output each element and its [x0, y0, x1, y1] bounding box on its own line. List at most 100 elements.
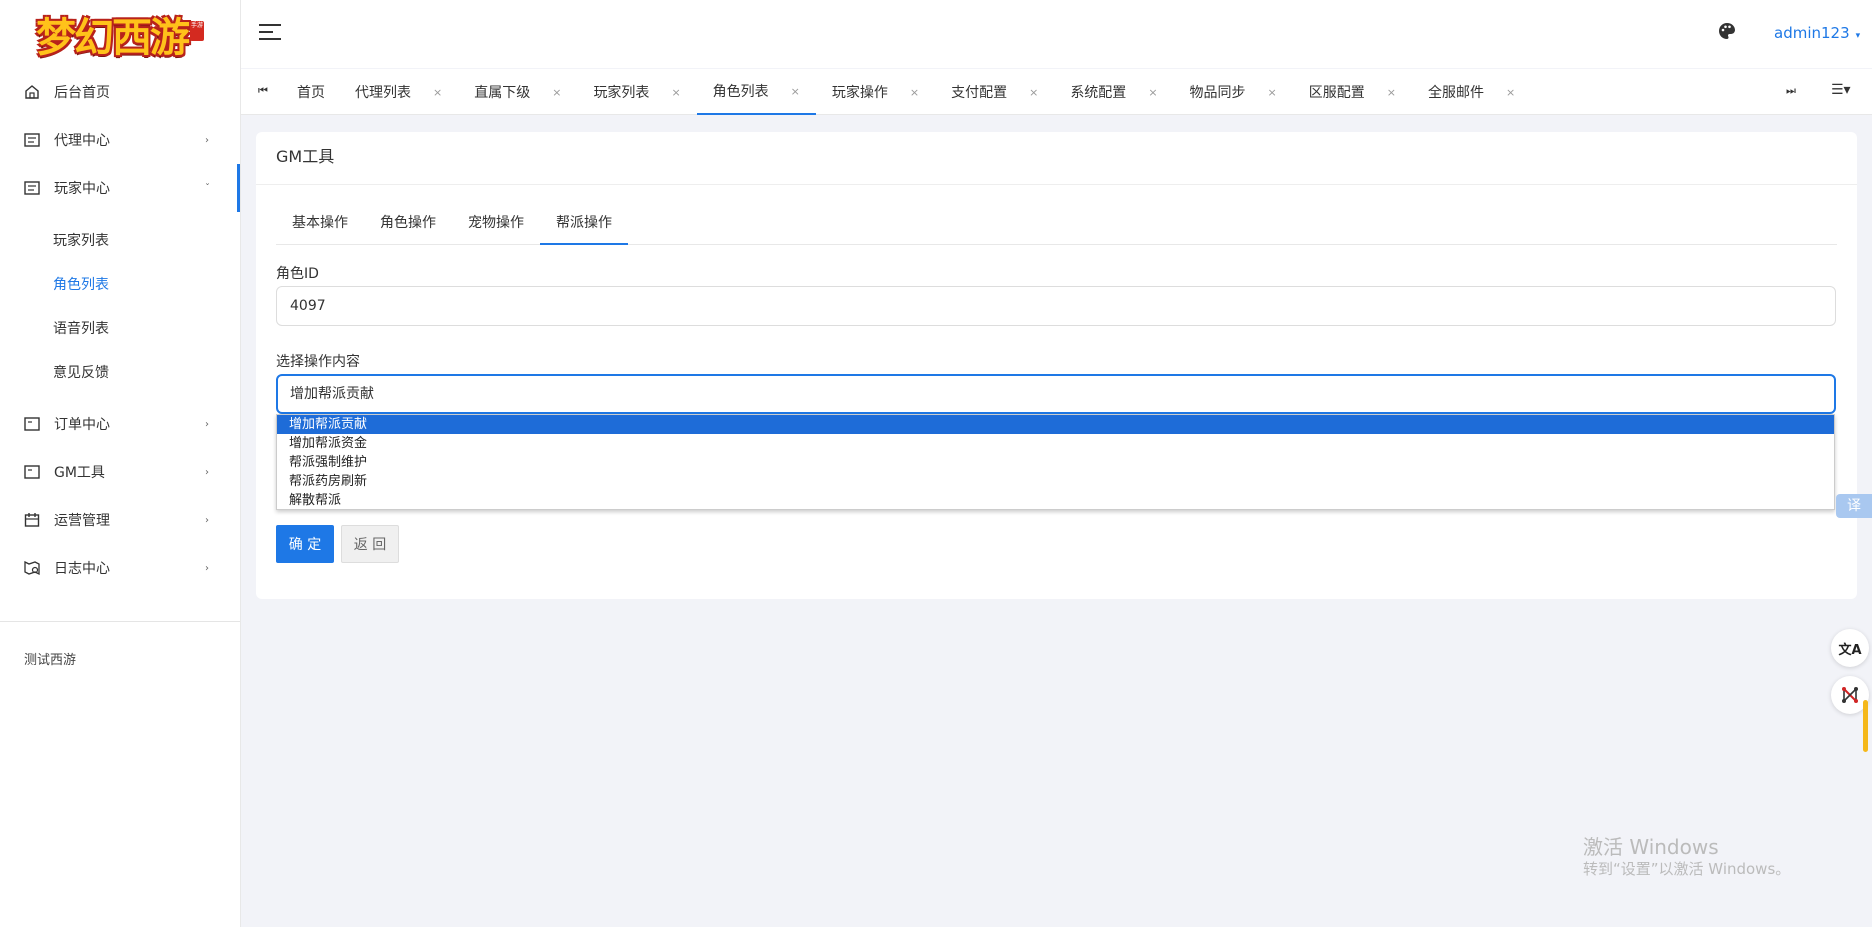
calendar-icon [22, 510, 42, 530]
tab-label: 全服邮件 [1427, 85, 1484, 101]
operation-dropdown: 增加帮派贡献 增加帮派资金 帮派强制维护 帮派药房刷新 解散帮派 [276, 414, 1835, 510]
tab-role-list[interactable]: 角色列表 × [696, 69, 816, 115]
sidebar-item-gm-tools[interactable]: GM工具 › [0, 448, 240, 496]
subtab-role[interactable]: 角色操作 [364, 205, 452, 245]
sidebar-item-label: 日志中心 [54, 561, 110, 577]
tab-label: 物品同步 [1189, 85, 1246, 101]
home-icon [22, 82, 42, 102]
menu-toggle-icon[interactable] [259, 24, 281, 42]
scroll-last-icon[interactable]: ⏭ [1786, 84, 1796, 98]
sidebar-item-operations[interactable]: 运营管理 › [0, 496, 240, 544]
sidebar-item-player-list[interactable]: 玩家列表 [0, 218, 240, 262]
tab-system-config[interactable]: 系统配置 × [1054, 69, 1173, 115]
tab-player-list[interactable]: 玩家列表 × [577, 69, 696, 115]
windows-activation-title: 激活 Windows [1583, 835, 1719, 859]
tab-payment-config[interactable]: 支付配置 × [935, 69, 1054, 115]
logo-seal: 手游 [190, 21, 204, 41]
chevron-right-icon: › [205, 514, 209, 526]
dropdown-option[interactable]: 帮派药房刷新 [277, 472, 1834, 491]
sidebar-item-log-center[interactable]: 日志中心 › [0, 544, 240, 592]
logo: 梦幻西游 手游 [0, 0, 240, 68]
subtab-guild[interactable]: 帮派操作 [540, 205, 628, 245]
player-center-submenu: 玩家列表 角色列表 语音列表 意见反馈 [0, 212, 240, 400]
close-icon[interactable]: × [552, 86, 561, 99]
sidebar-divider [0, 621, 240, 622]
role-id-label: 角色ID [276, 266, 319, 282]
tab-label: 首页 [297, 85, 325, 101]
tab-label: 区服配置 [1308, 85, 1365, 101]
chevron-down-icon: ˇ [205, 182, 210, 194]
order-icon [22, 414, 42, 434]
side-handle[interactable] [1863, 700, 1868, 752]
translate-tab[interactable]: 译 [1836, 494, 1872, 518]
top-header: admin123 ▾ [241, 0, 1872, 68]
windows-activation-hint: 转到“设置”以激活 Windows。 [1583, 860, 1791, 878]
tab-options-icon[interactable]: ☰▾ [1831, 82, 1851, 98]
subtab-basic[interactable]: 基本操作 [276, 205, 364, 245]
close-icon[interactable]: × [1506, 86, 1515, 99]
sidebar-footer-text: 测试西游 [24, 653, 77, 668]
gm-tool-card: GM工具 基本操作 角色操作 宠物操作 帮派操作 角色ID 4097 选择操作内… [256, 132, 1857, 599]
sidebar-item-order-center[interactable]: 订单中心 › [0, 400, 240, 448]
tab-label: 直属下级 [474, 85, 531, 101]
sidebar-item-role-list[interactable]: 角色列表 [0, 262, 240, 306]
sidebar-item-player-center[interactable]: 玩家中心 ˇ [0, 164, 240, 212]
subtab-pet[interactable]: 宠物操作 [452, 205, 540, 245]
sidebar-item-voice-list[interactable]: 语音列表 [0, 306, 240, 350]
scroll-first-icon[interactable]: ⏮ [258, 84, 268, 98]
tab-label: 支付配置 [951, 85, 1008, 101]
dropdown-option[interactable]: 增加帮派贡献 [277, 415, 1834, 434]
chevron-right-icon: › [205, 466, 209, 478]
close-icon[interactable]: × [433, 86, 442, 99]
logo-text: 梦幻西游 [36, 15, 190, 61]
tab-label: 玩家列表 [593, 85, 650, 101]
tab-label: 代理列表 [355, 85, 411, 101]
close-icon[interactable]: × [791, 85, 800, 98]
tab-home[interactable]: 首页 [281, 69, 339, 115]
dropdown-option[interactable]: 解散帮派 [277, 491, 1834, 510]
tool-icon [22, 462, 42, 482]
tab-agent-list[interactable]: 代理列表 × [339, 69, 458, 115]
card-icon [22, 178, 42, 198]
back-button[interactable]: 返 回 [341, 525, 399, 563]
close-icon[interactable]: × [1029, 86, 1038, 99]
translate-icon[interactable]: 文A [1831, 629, 1869, 667]
dropdown-option[interactable]: 增加帮派资金 [277, 434, 1834, 453]
tab-direct-subordinates[interactable]: 直属下级 × [458, 69, 577, 115]
tab-server-config[interactable]: 区服配置 × [1293, 69, 1412, 115]
sidebar-item-label: GM工具 [54, 465, 105, 481]
close-icon[interactable]: × [1387, 86, 1396, 99]
close-icon[interactable]: × [1268, 86, 1277, 99]
close-icon[interactable]: × [910, 86, 919, 99]
tab-player-operations[interactable]: 玩家操作 × [816, 69, 935, 115]
sidebar: 梦幻西游 手游 后台首页 代理中心 › 玩家中心 ˇ 玩家列表 角色列表 语音列… [0, 0, 241, 927]
operation-select[interactable]: 增加帮派贡献 [276, 374, 1836, 414]
card-title: GM工具 [256, 132, 1857, 185]
dropdown-option[interactable]: 帮派强制维护 [277, 453, 1834, 472]
chevron-right-icon: › [205, 562, 209, 574]
palette-icon[interactable] [1718, 22, 1738, 42]
close-icon[interactable]: × [1148, 86, 1157, 99]
role-id-input[interactable]: 4097 [276, 286, 1836, 326]
tab-label: 玩家操作 [831, 85, 888, 101]
sidebar-item-label: 订单中心 [54, 417, 110, 433]
close-icon[interactable]: × [671, 86, 680, 99]
sidebar-item-label: 运营管理 [54, 513, 110, 529]
tab-item-sync[interactable]: 物品同步 × [1174, 69, 1293, 115]
sidebar-item-agent-center[interactable]: 代理中心 › [0, 116, 240, 164]
operation-subtabs: 基本操作 角色操作 宠物操作 帮派操作 [276, 205, 1837, 245]
tab-global-mail[interactable]: 全服邮件 × [1412, 69, 1531, 115]
chevron-right-icon: › [205, 134, 209, 146]
operation-label: 选择操作内容 [276, 354, 360, 370]
sidebar-item-home[interactable]: 后台首页 [0, 68, 240, 116]
sidebar-item-feedback[interactable]: 意见反馈 [0, 350, 240, 394]
sidebar-item-label: 代理中心 [54, 133, 110, 149]
tab-bar: ⏮ 首页 代理列表 × 直属下级 × 玩家列表 × 角色列表 × 玩家操作 × 支付配置 ×… [241, 69, 1872, 115]
user-menu[interactable]: admin123 ▾ [1774, 24, 1860, 42]
confirm-button[interactable]: 确 定 [276, 525, 334, 563]
tab-list: 首页 代理列表 × 直属下级 × 玩家列表 × 角色列表 × 玩家操作 × 支付配置 × 系… [281, 69, 1531, 115]
card-icon [22, 130, 42, 150]
sidebar-item-label: 玩家中心 [54, 181, 110, 197]
translate-glyph: 文A [1838, 642, 1862, 658]
caret-down-icon: ▾ [1855, 31, 1861, 41]
